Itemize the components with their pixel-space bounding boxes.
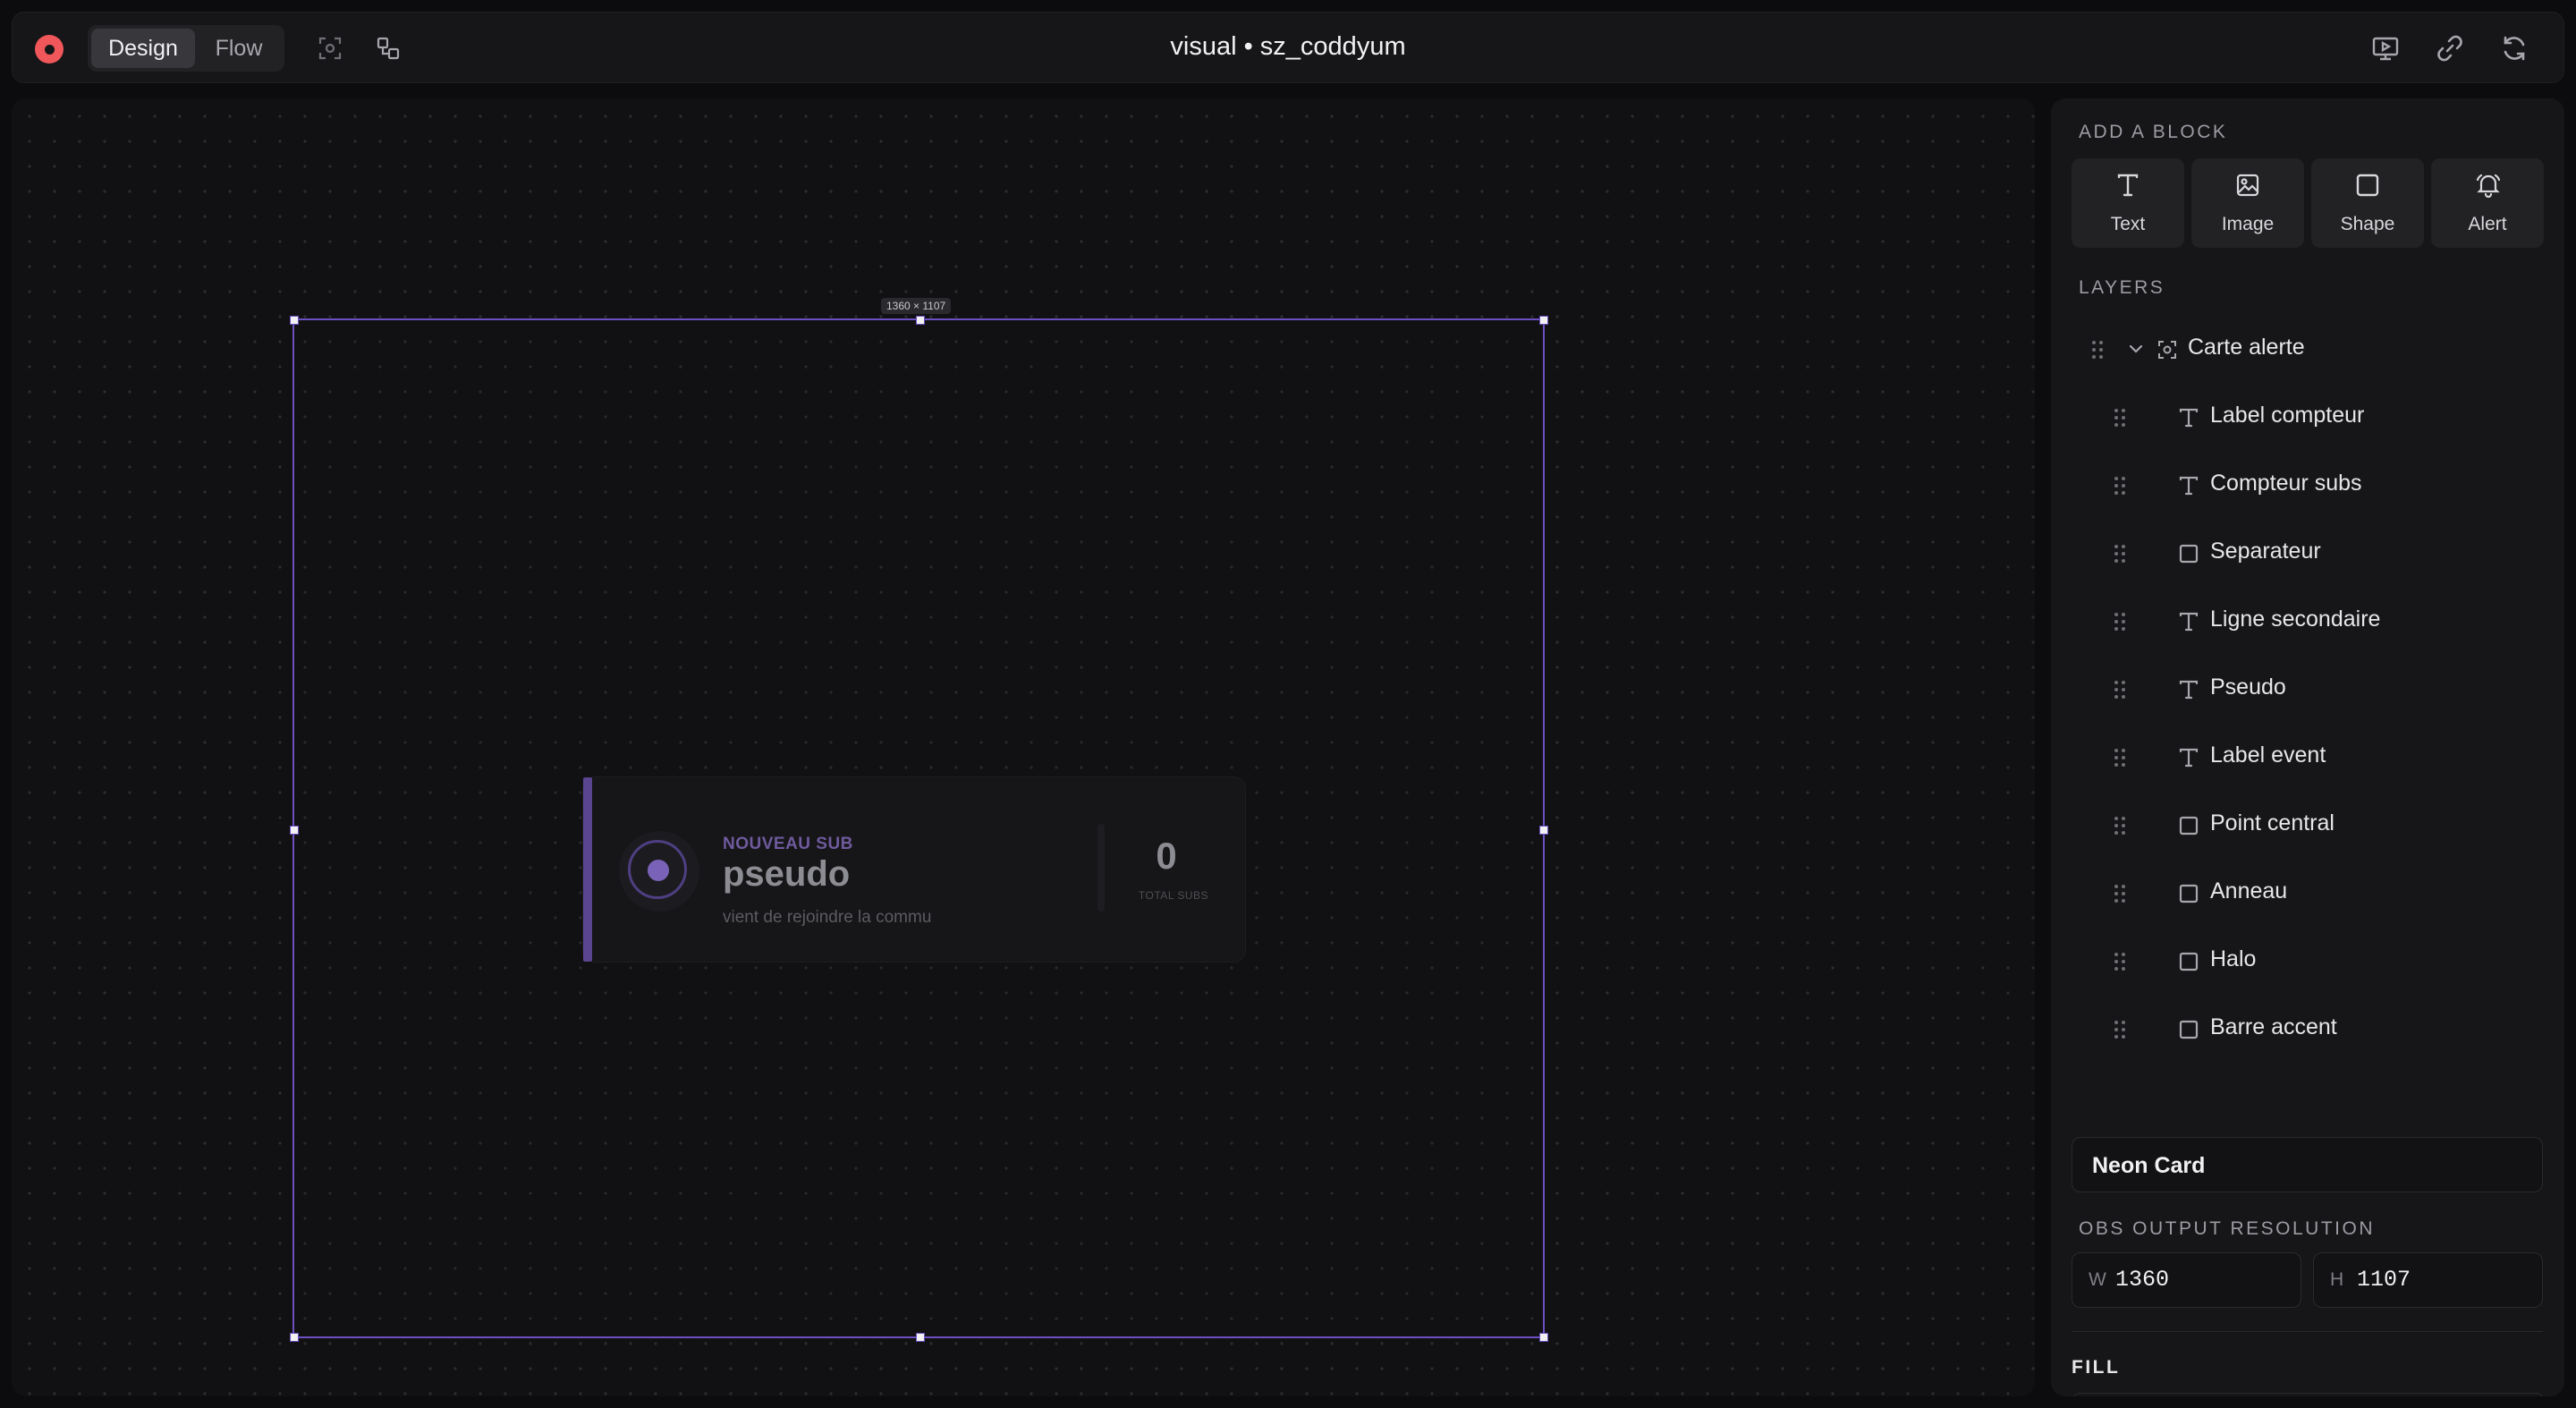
separator (1097, 824, 1105, 912)
fill-title: FILL (2072, 1357, 2121, 1378)
add-block-title: ADD A BLOCK (2079, 122, 2228, 142)
square-icon (2179, 816, 2199, 835)
layer-name: Label event (2210, 742, 2326, 768)
drag-handle-icon[interactable] (2114, 612, 2126, 632)
height-field[interactable]: H 1107 (2313, 1252, 2543, 1308)
inspector-panel: ADD A BLOCK Text Image Shape Alert LAYER… (2051, 98, 2564, 1396)
layer-name: Anneau (2210, 878, 2288, 903)
focus-icon[interactable] (316, 34, 344, 63)
text-icon (2179, 476, 2199, 496)
refresh-icon[interactable] (2498, 32, 2530, 64)
drag-handle-icon[interactable] (2114, 884, 2126, 903)
layer-row[interactable]: Ligne secondaire (2051, 594, 2564, 648)
divider (2072, 1331, 2543, 1332)
layer-name: Carte alerte (2188, 335, 2305, 360)
square-icon (2179, 952, 2199, 971)
drag-handle-icon[interactable] (2114, 544, 2126, 564)
width-label: W (2089, 1269, 2106, 1290)
add-shape-button[interactable]: Shape (2311, 158, 2424, 248)
frame-size-label: 1360 × 1107 (881, 298, 952, 314)
square-icon (2179, 884, 2199, 903)
canvas[interactable]: 1360 × 1107 NOUVEAU SUB pseudo vient de … (12, 98, 2035, 1396)
drag-handle-icon[interactable] (2114, 952, 2126, 971)
layer-name: Separateur (2210, 539, 2321, 564)
drag-handle-icon[interactable] (2114, 748, 2126, 768)
layout-icon[interactable] (374, 34, 402, 63)
layer-name: Point central (2210, 810, 2334, 835)
counter-label: TOTAL SUBS (1138, 889, 1209, 902)
drag-handle-icon[interactable] (2114, 1020, 2126, 1039)
height-value[interactable]: 1107 (2357, 1267, 2411, 1293)
width-value[interactable]: 1360 (2115, 1267, 2169, 1293)
drag-handle-icon[interactable] (2114, 476, 2126, 496)
text-icon (2179, 680, 2199, 700)
text-icon (2179, 408, 2199, 428)
square-icon (2179, 1020, 2199, 1039)
alert-card[interactable]: NOUVEAU SUB pseudo vient de rejoindre la… (582, 776, 1246, 963)
layer-name: Ligne secondaire (2210, 606, 2381, 632)
layer-row[interactable]: Pseudo (2051, 662, 2564, 716)
layer-name: Pseudo (2210, 674, 2286, 700)
add-alert-button[interactable]: Alert (2431, 158, 2544, 248)
drag-handle-icon[interactable] (2114, 680, 2126, 700)
resize-handle-tl[interactable] (290, 316, 299, 325)
add-text-button[interactable]: Text (2072, 158, 2184, 248)
resize-handle-r[interactable] (1539, 826, 1548, 835)
add-image-button[interactable]: Image (2191, 158, 2304, 248)
drag-handle-icon[interactable] (2114, 816, 2126, 835)
link-icon[interactable] (2434, 32, 2466, 64)
height-label: H (2330, 1269, 2344, 1290)
layer-name: Label compteur (2210, 403, 2365, 428)
layer-row[interactable]: Label compteur (2051, 390, 2564, 444)
layer-row[interactable]: Compteur subs (2051, 458, 2564, 512)
layer-name: Compteur subs (2210, 471, 2362, 496)
tab-flow[interactable]: Flow (199, 29, 279, 68)
resolution-title: OBS OUTPUT RESOLUTION (2079, 1218, 2375, 1239)
fill-control[interactable] (2072, 1393, 2545, 1396)
square-icon (2356, 174, 2379, 197)
layer-row[interactable]: Label event (2051, 730, 2564, 784)
resize-handle-br[interactable] (1539, 1333, 1548, 1342)
layers-title: LAYERS (2079, 277, 2165, 298)
resize-handle-tr[interactable] (1539, 316, 1548, 325)
top-bar: Design Flow visual • sz_coddyum (12, 12, 2564, 83)
resize-handle-b[interactable] (916, 1333, 925, 1342)
preview-icon[interactable] (2369, 32, 2402, 64)
width-field[interactable]: W 1360 (2072, 1252, 2301, 1308)
group-icon (2158, 341, 2176, 359)
resize-handle-t[interactable] (916, 316, 925, 325)
component-name-field[interactable] (2072, 1137, 2543, 1193)
drag-handle-icon[interactable] (2091, 340, 2104, 360)
chevron-down-icon[interactable] (2127, 342, 2145, 356)
resize-handle-bl[interactable] (290, 1333, 299, 1342)
layer-group-carte-alerte[interactable]: Carte alerte (2051, 322, 2564, 376)
mode-switch: Design Flow (88, 25, 284, 72)
subs-counter: 0 (1156, 835, 1177, 877)
secondary-line: vient de rejoindre la commu (723, 908, 932, 927)
text-icon (2179, 612, 2199, 632)
component-name-input[interactable] (2090, 1138, 2523, 1193)
text-icon (2179, 748, 2199, 768)
layer-name: Barre accent (2210, 1014, 2337, 1039)
resize-handle-l[interactable] (290, 826, 299, 835)
drag-handle-icon[interactable] (2114, 408, 2126, 428)
layer-row[interactable]: Point central (2051, 798, 2564, 852)
layer-row[interactable]: Halo (2051, 934, 2564, 988)
image-icon (2236, 174, 2259, 197)
label-event: NOUVEAU SUB (723, 835, 853, 853)
center-dot (648, 860, 669, 881)
bell-icon (2476, 174, 2501, 198)
layer-row[interactable]: Anneau (2051, 866, 2564, 920)
pseudo: pseudo (723, 854, 851, 894)
accent-bar (583, 777, 592, 962)
layer-row[interactable]: Separateur (2051, 526, 2564, 580)
tab-design[interactable]: Design (91, 29, 195, 68)
square-icon (2179, 544, 2199, 564)
layer-name: Halo (2210, 946, 2257, 971)
layer-row[interactable]: Barre accent (2051, 1002, 2564, 1056)
text-icon (2117, 174, 2139, 197)
record-indicator-icon[interactable] (35, 35, 64, 64)
